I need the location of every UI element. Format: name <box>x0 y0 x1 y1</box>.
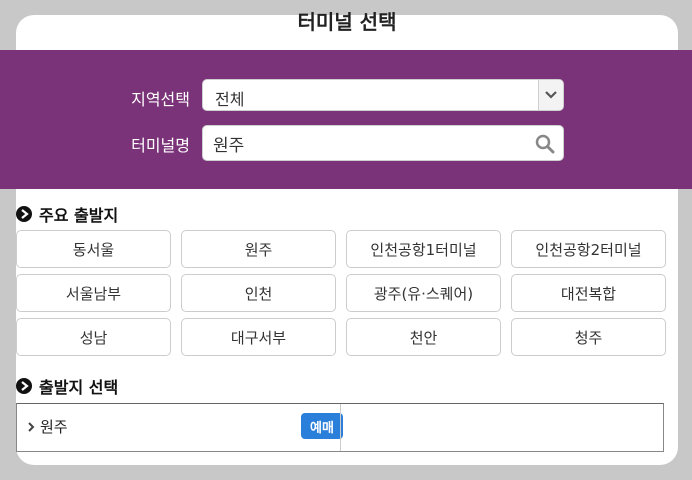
departure-chip[interactable]: 인천 <box>181 274 336 312</box>
departure-chip[interactable]: 광주(유·스퀘어) <box>346 274 501 312</box>
major-departures-title: 주요 출발지 <box>39 206 119 225</box>
departure-select-title: 출발지 선택 <box>39 378 119 397</box>
departure-chip[interactable]: 대전복합 <box>511 274 666 312</box>
result-name: 원주 <box>40 418 68 436</box>
search-icon[interactable] <box>535 134 555 158</box>
departure-results-list: 원주 예매 <box>16 403 664 452</box>
departure-chip[interactable]: 서울남부 <box>16 274 171 312</box>
departure-chip[interactable]: 청주 <box>511 318 666 356</box>
terminal-search-box <box>202 125 564 161</box>
departure-chip[interactable]: 천안 <box>346 318 501 356</box>
departure-chip[interactable]: 대구서부 <box>181 318 336 356</box>
chevron-right-icon <box>28 421 35 432</box>
terminal-search-input[interactable] <box>213 130 513 156</box>
departure-chip[interactable]: 인천공항1터미널 <box>346 230 501 268</box>
chevron-right-circle-icon <box>16 206 32 222</box>
major-departures-heading: 주요 출발지 <box>16 202 118 226</box>
dialog-title: 터미널 선택 <box>297 10 397 34</box>
results-divider <box>340 404 341 451</box>
departure-chip[interactable]: 인천공항2터미널 <box>511 230 666 268</box>
chevron-right-circle-icon <box>16 378 32 394</box>
region-label: 지역선택 <box>131 90 190 109</box>
chevron-down-icon[interactable] <box>538 80 563 110</box>
filter-band <box>0 50 692 189</box>
departure-chip[interactable]: 원주 <box>181 230 336 268</box>
terminal-label: 터미널명 <box>131 136 190 155</box>
list-item[interactable]: 원주 <box>27 416 68 437</box>
reserve-button[interactable]: 예매 <box>301 413 343 439</box>
region-select[interactable]: 전체 <box>202 79 564 111</box>
departure-select-heading: 출발지 선택 <box>16 374 118 398</box>
region-select-value: 전체 <box>215 90 245 109</box>
departure-chip[interactable]: 동서울 <box>16 230 171 268</box>
departure-chip[interactable]: 성남 <box>16 318 171 356</box>
